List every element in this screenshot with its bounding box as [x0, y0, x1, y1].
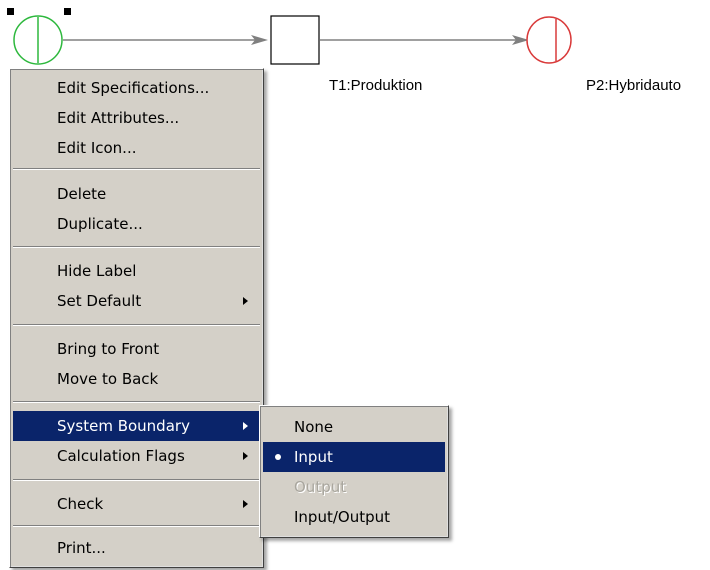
menu-item-edit-specifications[interactable]: Edit Specifications... [13, 73, 260, 103]
menu-item-label: Bring to Front [57, 340, 160, 358]
menu-item-duplicate[interactable]: Duplicate... [13, 209, 260, 239]
menu-item-label: Set Default [57, 292, 142, 310]
menu-item-label: Duplicate... [57, 215, 143, 233]
submenu-item-input-output[interactable]: Input/Output [263, 502, 445, 532]
menu-item-set-default[interactable]: Set Default [13, 286, 260, 316]
transition-t1 [270, 15, 320, 65]
menu-separator [13, 479, 260, 481]
menu-item-bring-to-front[interactable]: Bring to Front [13, 334, 260, 364]
menu-item-label: System Boundary [57, 417, 190, 435]
menu-item-calculation-flags[interactable]: Calculation Flags [13, 441, 260, 471]
menu-item-label: None [294, 418, 334, 436]
menu-item-label: Hide Label [57, 262, 137, 280]
menu-separator [13, 246, 260, 248]
diagram-canvas[interactable]: T1:Produktion P2:Hybridauto Edit Specifi… [0, 0, 710, 570]
submenu-arrow-icon [243, 452, 248, 460]
submenu-item-none[interactable]: None [263, 412, 445, 442]
menu-item-label: Check [57, 495, 104, 513]
menu-item-hide-label[interactable]: Hide Label [13, 256, 260, 286]
menu-item-label: Edit Icon... [57, 139, 137, 157]
transition-t1-label: T1:Produktion [329, 77, 423, 94]
submenu-item-input[interactable]: Input [263, 442, 445, 472]
place-p1[interactable] [7, 8, 71, 65]
submenu-arrow-icon [243, 297, 248, 305]
selection-handle [64, 8, 71, 15]
submenu-arrow-icon [243, 422, 248, 430]
menu-item-label: Input [294, 448, 333, 466]
menu-separator [13, 168, 260, 170]
menu-item-move-to-back[interactable]: Move to Back [13, 364, 260, 394]
menu-item-label: Move to Back [57, 370, 159, 388]
menu-separator [13, 525, 260, 527]
menu-item-label: Calculation Flags [57, 447, 185, 465]
menu-item-edit-attributes[interactable]: Edit Attributes... [13, 103, 260, 133]
menu-item-edit-icon[interactable]: Edit Icon... [13, 133, 260, 163]
submenu-item-output: Output [263, 472, 445, 502]
system-boundary-submenu: None Input Output Input/Output [259, 405, 449, 538]
menu-separator [13, 324, 260, 326]
menu-item-system-boundary[interactable]: System Boundary [13, 411, 260, 441]
menu-item-label: Output [294, 478, 347, 496]
menu-item-label: Edit Attributes... [57, 109, 180, 127]
menu-item-delete[interactable]: Delete [13, 179, 260, 209]
menu-item-label: Edit Specifications... [57, 79, 210, 97]
menu-separator [13, 401, 260, 403]
menu-item-label: Print... [57, 539, 106, 557]
menu-item-label: Delete [57, 185, 107, 203]
submenu-arrow-icon [243, 500, 248, 508]
place-p2-circle [526, 16, 572, 64]
menu-item-label: Input/Output [294, 508, 390, 526]
selection-handle [7, 8, 14, 15]
context-menu: Edit Specifications... Edit Attributes..… [9, 68, 264, 568]
menu-item-check[interactable]: Check [13, 489, 260, 519]
menu-item-print[interactable]: Print... [13, 533, 260, 563]
place-p2-label: P2:Hybridauto [586, 77, 682, 94]
radio-bullet-icon [275, 454, 281, 460]
place-p2[interactable] [526, 16, 572, 64]
